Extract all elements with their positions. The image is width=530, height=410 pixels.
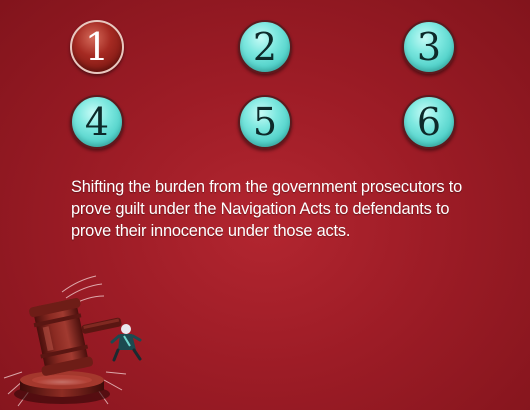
question-text: Shifting the burden from the government …: [71, 178, 462, 240]
answer-button-6[interactable]: 6: [402, 95, 456, 149]
gavel-striking-figure-icon: [3, 275, 142, 407]
answer-button-2[interactable]: 2: [238, 20, 292, 74]
answer-button-5[interactable]: 5: [238, 95, 292, 149]
answer-button-1[interactable]: 1: [70, 20, 124, 74]
answer-button-4[interactable]: 4: [70, 95, 124, 149]
quiz-stage: 1 2 3 4 5 6 Shifting the burden from the…: [0, 0, 530, 410]
answer-button-3[interactable]: 3: [402, 20, 456, 74]
